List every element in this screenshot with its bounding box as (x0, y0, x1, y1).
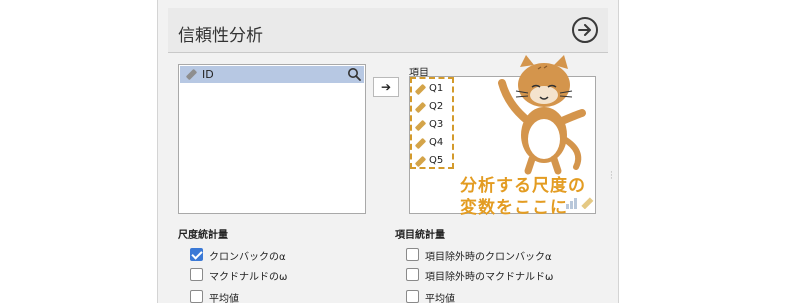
option-label: 項目除外時のマクドナルドω (425, 272, 554, 283)
option-label: クロンバックのα (209, 252, 286, 263)
checkbox[interactable] (190, 248, 203, 261)
item-label: Q3 (429, 119, 444, 130)
checkbox[interactable] (406, 268, 419, 281)
mascot-cat (498, 55, 586, 175)
option-label: マクドナルドのω (209, 272, 288, 283)
scale-stats-title: 尺度統計量 (178, 230, 228, 241)
panel-right-edge (618, 0, 619, 303)
checkbox[interactable] (406, 290, 419, 303)
item-label: Q2 (429, 101, 444, 112)
items-list[interactable]: Q1 Q2 Q3 Q4 Q5 分析する尺度の 変数をここに (409, 55, 596, 218)
variable-row-selected[interactable]: ID (180, 66, 364, 83)
bar-chart-icon (566, 197, 594, 209)
item-stats-title: 項目統計量 (395, 230, 445, 241)
go-arrow-icon (578, 24, 591, 36)
drop-hint-line2: 変数をここに (460, 198, 568, 218)
item-label: Q1 (429, 83, 444, 94)
checkbox[interactable] (190, 268, 203, 281)
checkbox[interactable] (190, 290, 203, 303)
ruler-icon (185, 68, 198, 81)
item-label: Q5 (429, 155, 444, 166)
variable-list[interactable]: ID (178, 64, 366, 214)
title-bar: 信頼性分析 (168, 8, 608, 53)
variable-label: ID (202, 68, 214, 81)
option-label: 項目除外時のクロンバックα (425, 252, 552, 263)
page-title: 信頼性分析 (178, 26, 263, 46)
analysis-panel: 信頼性分析 ID ➔ 項目 Q1 Q2 Q3 Q4 Q5 分析する尺度の 変数を… (158, 0, 618, 305)
checkbox[interactable] (406, 248, 419, 261)
search-icon[interactable] (347, 67, 361, 81)
right-resize-grip[interactable]: · · · (610, 169, 613, 184)
move-to-items-button[interactable]: ➔ (373, 77, 399, 97)
go-button[interactable] (572, 17, 598, 43)
item-label: Q4 (429, 137, 444, 148)
